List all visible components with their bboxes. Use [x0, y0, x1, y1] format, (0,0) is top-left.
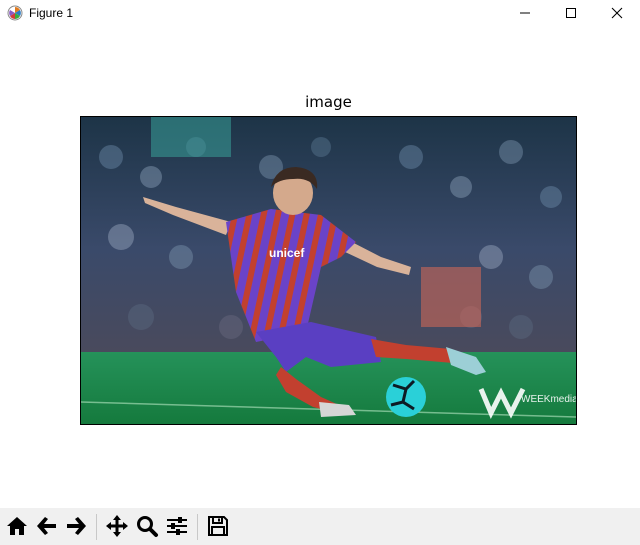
figure-canvas: image unicef WEEKmedia [0, 26, 640, 508]
back-button[interactable] [33, 512, 61, 540]
image-axes: unicef WEEKmedia [80, 116, 577, 425]
toolbar-separator [197, 514, 198, 540]
save-icon [208, 516, 228, 536]
pan-button[interactable] [103, 512, 131, 540]
home-icon [7, 517, 27, 535]
navigation-toolbar [0, 508, 640, 545]
zoom-icon [137, 516, 158, 537]
toolbar-separator [96, 514, 97, 540]
configure-subplots-button[interactable] [163, 512, 191, 540]
pan-icon [106, 515, 128, 537]
matplotlib-app-icon [7, 5, 23, 21]
zoom-button[interactable] [133, 512, 161, 540]
close-icon [611, 7, 623, 19]
maximize-button[interactable] [548, 0, 594, 26]
back-arrow-icon [37, 517, 56, 535]
minimize-icon [520, 12, 530, 14]
save-button[interactable] [204, 512, 232, 540]
svg-text:WEEKmedia: WEEKmedia [521, 394, 576, 405]
plot-title: image [305, 93, 352, 111]
forward-button[interactable] [62, 512, 90, 540]
minimize-button[interactable] [502, 0, 548, 26]
forward-arrow-icon [67, 517, 86, 535]
window-title: Figure 1 [29, 6, 74, 20]
soccer-player-image: unicef WEEKmedia [81, 117, 576, 424]
configure-subplots-icon [167, 517, 187, 535]
home-button[interactable] [3, 512, 31, 540]
window-titlebar: Figure 1 [0, 0, 640, 26]
close-button[interactable] [594, 0, 640, 26]
maximize-icon [566, 8, 576, 18]
shirt-sponsor-text: unicef [269, 246, 305, 260]
